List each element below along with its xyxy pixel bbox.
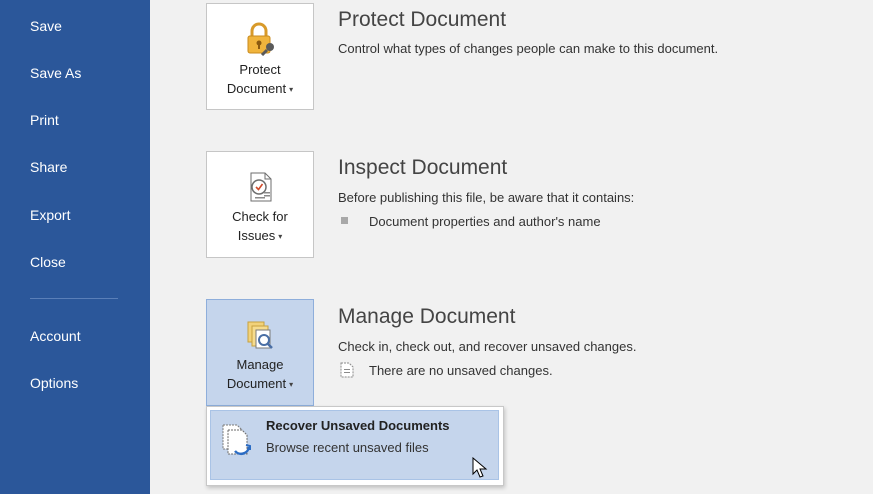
inspect-button-label-2: Issues ▾ — [237, 228, 283, 243]
recover-item-title: Recover Unsaved Documents — [266, 418, 450, 433]
recover-item-description: Browse recent unsaved files — [266, 440, 429, 455]
chevron-down-icon: ▾ — [289, 380, 294, 390]
manage-document-dropdown: Recover Unsaved Documents Browse recent … — [206, 406, 504, 486]
nav-save-as[interactable]: Save As — [30, 65, 81, 81]
nav-account[interactable]: Account — [30, 328, 81, 344]
protect-description: Control what types of changes people can… — [338, 41, 719, 56]
manage-document-button[interactable]: Manage Document ▾ — [206, 299, 314, 406]
inspect-bullet-item: Document properties and author's name — [369, 214, 601, 229]
inspect-description: Before publishing this file, be aware th… — [338, 190, 635, 205]
mouse-cursor-icon — [472, 456, 488, 484]
protect-button-label-1: Protect — [239, 62, 281, 77]
protect-document-button[interactable]: Protect Document ▾ — [206, 3, 314, 110]
nav-save[interactable]: Save — [30, 18, 62, 34]
manage-button-label-1: Manage — [236, 357, 284, 372]
nav-options[interactable]: Options — [30, 375, 78, 391]
manage-status-text: There are no unsaved changes. — [369, 363, 553, 378]
nav-share[interactable]: Share — [30, 159, 67, 175]
recover-unsaved-documents-item[interactable]: Recover Unsaved Documents Browse recent … — [210, 410, 499, 480]
chevron-down-icon: ▾ — [278, 232, 283, 242]
recover-documents-icon — [220, 423, 254, 464]
nav-print[interactable]: Print — [30, 112, 59, 128]
lock-key-icon — [243, 22, 277, 57]
manage-description: Check in, check out, and recover unsaved… — [338, 339, 637, 354]
nav-divider — [30, 298, 118, 299]
inspect-document-icon — [243, 170, 277, 204]
protect-title: Protect Document — [338, 8, 507, 31]
nav-close[interactable]: Close — [30, 254, 66, 270]
nav-export[interactable]: Export — [30, 207, 70, 223]
manage-button-label-2: Document ▾ — [226, 376, 294, 391]
manage-document-icon — [243, 318, 277, 352]
check-for-issues-button[interactable]: Check for Issues ▾ — [206, 151, 314, 258]
inspect-button-label-1: Check for — [232, 209, 288, 224]
protect-button-label-2: Document ▾ — [226, 81, 294, 96]
backstage-sidebar: Save Save As Print Share Export Close Ac… — [0, 0, 150, 494]
document-status-icon — [340, 362, 354, 383]
inspect-title: Inspect Document — [338, 156, 508, 179]
bullet-icon — [341, 217, 348, 224]
manage-title: Manage Document — [338, 305, 516, 328]
chevron-down-icon: ▾ — [289, 85, 294, 95]
